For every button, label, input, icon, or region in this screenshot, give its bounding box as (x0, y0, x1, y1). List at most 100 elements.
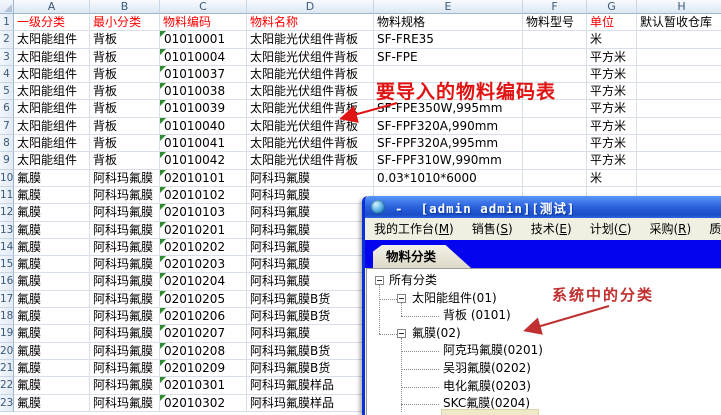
cell-G7[interactable]: 平方米 (587, 118, 637, 135)
tree-item-0[interactable]: 所有分类 (389, 272, 437, 290)
column-header-G[interactable]: G (587, 0, 637, 14)
row-number-3[interactable]: 3 (0, 49, 14, 66)
row-number-21[interactable]: 21 (0, 360, 14, 377)
cell-A15[interactable]: 氟膜 (14, 256, 90, 273)
row-number-14[interactable]: 14 (0, 239, 14, 256)
menu-item-Q[interactable]: 质量(Q) (700, 218, 721, 240)
cell-D1[interactable]: 物料名称 (247, 14, 374, 31)
tree-collapse-toggle[interactable] (397, 294, 406, 303)
cell-H8[interactable] (637, 135, 721, 152)
cell-F3[interactable] (523, 49, 587, 66)
cell-A6[interactable]: 太阳能组件 (14, 100, 90, 117)
cell-B17[interactable]: 阿科玛氟膜 (90, 291, 160, 308)
cell-B5[interactable]: 背板 (90, 83, 160, 100)
column-header-B[interactable]: B (90, 0, 160, 14)
cell-F7[interactable] (523, 118, 587, 135)
cell-E2[interactable]: SF-FRE35 (374, 31, 523, 48)
cell-C18[interactable]: 02010206 (160, 308, 247, 325)
cell-A8[interactable]: 太阳能组件 (14, 135, 90, 152)
cell-G3[interactable]: 平方米 (587, 49, 637, 66)
cell-A19[interactable]: 氟膜 (14, 325, 90, 342)
tree-collapse-toggle[interactable] (375, 276, 384, 285)
cell-B15[interactable]: 阿科玛氟膜 (90, 256, 160, 273)
cell-C2[interactable]: 01010001 (160, 31, 247, 48)
row-number-22[interactable]: 22 (0, 377, 14, 394)
cell-A14[interactable]: 氟膜 (14, 239, 90, 256)
cell-D23[interactable]: 阿科玛氟膜样品 (247, 395, 374, 412)
cell-H9[interactable] (637, 152, 721, 169)
cell-D6[interactable]: 太阳能光伏组件背板 (247, 100, 374, 117)
tree-item-5[interactable]: 吴羽氟膜(0202) (443, 360, 531, 378)
cell-B11[interactable]: 阿科玛氟膜 (90, 187, 160, 204)
cell-D12[interactable]: 阿科玛氟膜 (247, 204, 374, 221)
row-number-1[interactable]: 1 (0, 14, 14, 31)
cell-E7[interactable]: SF-FPF320A,990mm (374, 118, 523, 135)
cell-C5[interactable]: 01010038 (160, 83, 247, 100)
cell-D5[interactable]: 太阳能光伏组件背板 (247, 83, 374, 100)
row-number-18[interactable]: 18 (0, 308, 14, 325)
cell-A13[interactable]: 氟膜 (14, 222, 90, 239)
cell-D9[interactable]: 太阳能光伏组件背板 (247, 152, 374, 169)
cell-C10[interactable]: 02010101 (160, 170, 247, 187)
cell-A16[interactable]: 氟膜 (14, 273, 90, 290)
menu-item-S[interactable]: 销售(S) (463, 218, 522, 240)
cell-E3[interactable]: SF-FPE (374, 49, 523, 66)
cell-B1[interactable]: 最小分类 (90, 14, 160, 31)
cell-D16[interactable]: 阿科玛氟膜 (247, 273, 374, 290)
cell-A5[interactable]: 太阳能组件 (14, 83, 90, 100)
cell-E1[interactable]: 物料规格 (374, 14, 523, 31)
menu-item-M[interactable]: 我的工作台(M) (365, 218, 463, 240)
cell-B19[interactable]: 阿科玛氟膜 (90, 325, 160, 342)
cell-D3[interactable]: 太阳能光伏组件背板 (247, 49, 374, 66)
cell-F2[interactable] (523, 31, 587, 48)
cell-H2[interactable] (637, 31, 721, 48)
cell-D2[interactable]: 太阳能光伏组件背板 (247, 31, 374, 48)
cell-A10[interactable]: 氟膜 (14, 170, 90, 187)
cell-C21[interactable]: 02010209 (160, 360, 247, 377)
cell-B16[interactable]: 阿科玛氟膜 (90, 273, 160, 290)
cell-A22[interactable]: 氟膜 (14, 377, 90, 394)
cell-H1[interactable]: 默认暂收仓库 (637, 14, 721, 31)
cell-D7[interactable]: 太阳能光伏组件背板 (247, 118, 374, 135)
cell-B2[interactable]: 背板 (90, 31, 160, 48)
cell-C19[interactable]: 02010207 (160, 325, 247, 342)
row-number-6[interactable]: 6 (0, 100, 14, 117)
cell-A20[interactable]: 氟膜 (14, 343, 90, 360)
cell-D17[interactable]: 阿科玛氟膜B货 (247, 291, 374, 308)
cell-F8[interactable] (523, 135, 587, 152)
row-number-10[interactable]: 10 (0, 170, 14, 187)
cell-C14[interactable]: 02010202 (160, 239, 247, 256)
cell-D4[interactable]: 太阳能光伏组件背板 (247, 66, 374, 83)
cell-D14[interactable]: 阿科玛氟膜 (247, 239, 374, 256)
cell-G10[interactable]: 米 (587, 170, 637, 187)
cell-D19[interactable]: 阿科玛氟膜 (247, 325, 374, 342)
cell-A23[interactable]: 氟膜 (14, 395, 90, 412)
cell-D15[interactable]: 阿科玛氟膜 (247, 256, 374, 273)
cell-D10[interactable]: 阿科玛氟膜 (247, 170, 374, 187)
cell-H4[interactable] (637, 66, 721, 83)
column-header-E[interactable]: E (374, 0, 523, 14)
row-number-8[interactable]: 8 (0, 135, 14, 152)
cell-D22[interactable]: 阿科玛氟膜样品 (247, 377, 374, 394)
cell-C16[interactable]: 02010204 (160, 273, 247, 290)
cell-C17[interactable]: 02010205 (160, 291, 247, 308)
row-number-5[interactable]: 5 (0, 83, 14, 100)
column-header-D[interactable]: D (247, 0, 374, 14)
tree-item-6[interactable]: 电化氟膜(0203) (443, 378, 531, 396)
cell-B6[interactable]: 背板 (90, 100, 160, 117)
row-number-23[interactable]: 23 (0, 395, 14, 412)
row-number-12[interactable]: 12 (0, 204, 14, 221)
cell-D18[interactable]: 阿科玛氟膜B货 (247, 308, 374, 325)
row-number-9[interactable]: 9 (0, 152, 14, 169)
cell-D21[interactable]: 阿科玛氟膜B货 (247, 360, 374, 377)
cell-B21[interactable]: 阿科玛氟膜 (90, 360, 160, 377)
cell-H7[interactable] (637, 118, 721, 135)
cell-H5[interactable] (637, 83, 721, 100)
cell-C23[interactable]: 02010302 (160, 395, 247, 412)
cell-C4[interactable]: 01010037 (160, 66, 247, 83)
cell-E10[interactable]: 0.03*1010*6000 (374, 170, 523, 187)
row-number-16[interactable]: 16 (0, 273, 14, 290)
cell-A18[interactable]: 氟膜 (14, 308, 90, 325)
cell-B23[interactable]: 阿科玛氟膜 (90, 395, 160, 412)
cell-A21[interactable]: 氟膜 (14, 360, 90, 377)
